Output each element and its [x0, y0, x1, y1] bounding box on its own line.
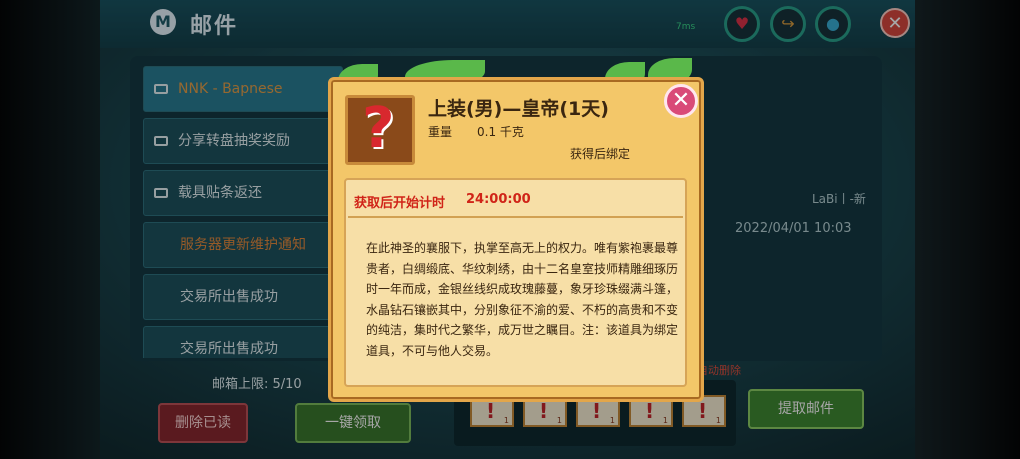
item-title: 上装(男)—皇帝(1天) [428, 98, 609, 120]
timer-value: 24:00:00 [466, 192, 531, 207]
game-screen: M 邮件 7ms ♥ ↪ ● ✕ NNK - Bapnese 分享转盘抽奖奖励 … [0, 0, 1020, 459]
item-icon: ? [345, 95, 415, 165]
item-weight-label: 重量 [428, 125, 453, 139]
item-bind-status: 获得后绑定 [570, 147, 631, 161]
question-mark-icon: ? [362, 96, 395, 161]
item-description: 在此神圣的襄服下，执掌至高无上的权力。唯有紫袍裹最尊贵者，白绸缎底、华纹刺绣，由… [366, 241, 679, 358]
timer-label: 获取后开始计时 [354, 196, 446, 211]
item-weight-value: 0.1 千克 [477, 125, 524, 139]
divider [348, 216, 683, 218]
close-popup-button[interactable]: ✕ [664, 84, 698, 118]
